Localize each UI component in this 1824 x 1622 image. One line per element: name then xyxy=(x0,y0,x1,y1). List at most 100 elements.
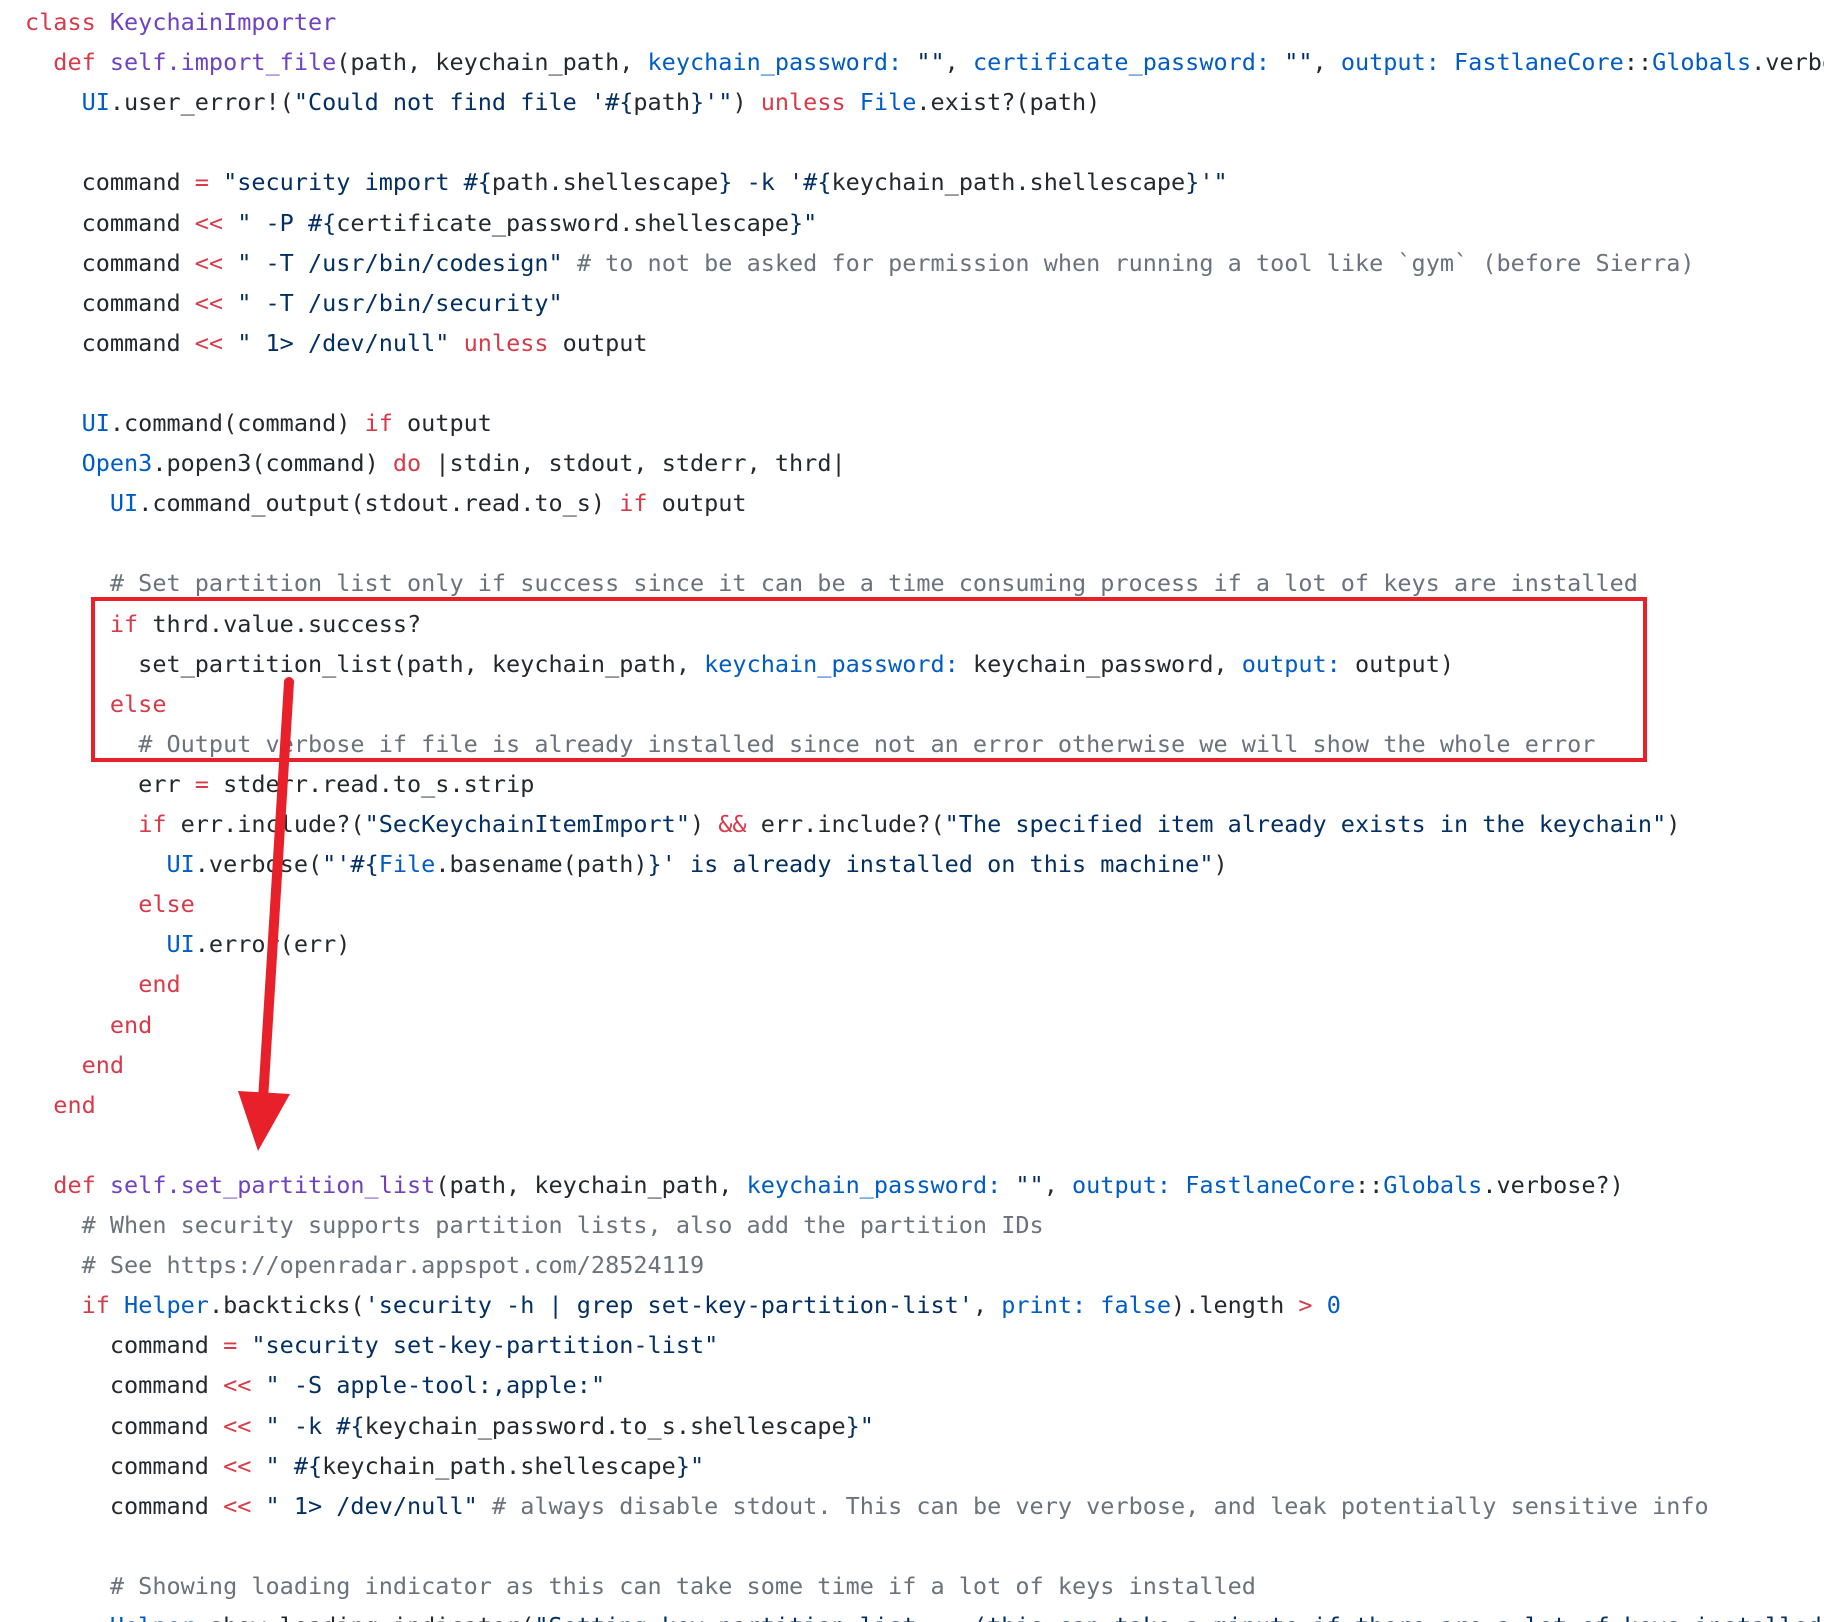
code-token: end xyxy=(138,970,181,999)
code-token: .verbose?) xyxy=(1751,48,1824,77)
code-token: }' is already installed on this machine" xyxy=(647,850,1214,879)
code-token: ) xyxy=(1213,850,1228,879)
code-token: # When security supports partition lists… xyxy=(81,1211,1044,1239)
code-line: command << " 1> /dev/null" # always disa… xyxy=(25,1486,1709,1526)
code-token: " 1> /dev/null" xyxy=(265,1491,478,1520)
code-token: > xyxy=(1298,1291,1313,1320)
code-token: unless xyxy=(760,88,846,117)
code-line: UI.user_error!("Could not find file '#{p… xyxy=(25,82,1101,122)
code-line: else xyxy=(25,684,167,724)
code-token: "security import #{ xyxy=(223,168,492,197)
code-token: |stdin, stdout, stderr, thrd| xyxy=(421,449,846,478)
code-line: end xyxy=(25,1045,124,1085)
code-token: if xyxy=(81,1291,110,1320)
code-token: "'#{ xyxy=(322,850,379,879)
code-line: end xyxy=(25,1085,95,1125)
code-token: else xyxy=(109,689,167,718)
code-token: set_partition_list(path, keychain_path, xyxy=(25,649,705,678)
code-token: false xyxy=(1100,1291,1172,1320)
code-token: UI xyxy=(81,88,110,117)
code-token: "Could not find file '#{ xyxy=(293,88,634,117)
code-token: output) xyxy=(1340,649,1454,678)
code-token: Helper xyxy=(124,1291,209,1320)
code-token: " -S apple-tool:,apple:" xyxy=(265,1371,606,1400)
code-token: err.include?( xyxy=(746,810,945,838)
code-line: # Set partition list only if success sin… xyxy=(25,563,1638,603)
code-token: end xyxy=(109,1010,153,1039)
code-line: def self.import_file(path, keychain_path… xyxy=(25,42,1824,82)
code-token: .verbose?) xyxy=(1482,1170,1624,1199)
code-token: if xyxy=(619,489,648,518)
code-token: .user_error!( xyxy=(109,88,294,117)
code-token: .exist?(path) xyxy=(916,88,1101,117)
code-line: else xyxy=(25,884,195,924)
code-token: " -P #{ xyxy=(237,208,337,237)
code-token: << xyxy=(194,328,224,357)
code-token: path xyxy=(633,88,690,117)
code-token: command xyxy=(25,328,195,357)
code-token: else xyxy=(138,890,195,919)
code-token: command xyxy=(25,208,195,237)
code-token: "security set-key-partition-list" xyxy=(251,1331,719,1360)
code-token: } -k '#{ xyxy=(718,168,832,197)
code-token: do xyxy=(392,449,422,478)
code-token: def xyxy=(53,1170,110,1199)
code-token: if xyxy=(138,810,167,838)
code-token: self.import_file xyxy=(109,48,337,77)
code-token: UI xyxy=(166,930,195,959)
code-line: class KeychainImporter xyxy=(25,2,336,42)
code-token: command xyxy=(25,1491,224,1520)
code-line: command << " -P #{certificate_password.s… xyxy=(25,203,818,243)
code-token: # to not be asked for permission when ru… xyxy=(576,248,1695,277)
code-token: UI xyxy=(109,489,139,518)
code-token: Helper xyxy=(110,1612,195,1622)
code-token: command xyxy=(25,1451,224,1480)
code-token: # See https://openradar.appspot.com/2852… xyxy=(81,1251,705,1280)
code-line: Open3.popen3(command) do |stdin, stdout,… xyxy=(25,443,846,483)
code-token: .verbose( xyxy=(194,850,323,879)
code-token: }" xyxy=(845,1411,874,1440)
code-token: "SecKeychainItemImport" xyxy=(364,810,690,838)
code-line: if err.include?("SecKeychainItemImport")… xyxy=(25,804,1680,844)
code-token: err xyxy=(25,769,195,798)
code-line: end xyxy=(25,1005,152,1045)
code-token: command xyxy=(25,288,195,317)
code-token: << xyxy=(194,288,224,317)
code-line: # When security supports partition lists… xyxy=(25,1205,1044,1245)
code-token: end xyxy=(81,1050,125,1079)
code-token: (path, keychain_path, xyxy=(435,1170,747,1199)
code-token: << xyxy=(223,1451,252,1480)
code-token: 0 xyxy=(1326,1291,1341,1320)
code-token: << xyxy=(194,248,224,277)
code-line: err = stderr.read.to_s.strip xyxy=(25,764,534,804)
code-token: print: xyxy=(1001,1291,1087,1320)
code-token: .error(err) xyxy=(194,930,351,959)
code-token: " -T /usr/bin/security" xyxy=(237,288,563,317)
code-token: " -T /usr/bin/codesign" xyxy=(237,248,563,277)
code-token: output xyxy=(647,489,747,518)
code-token: .popen3(command) xyxy=(152,449,393,478)
code-line: # Showing loading indicator as this can … xyxy=(25,1566,1256,1606)
code-token: def xyxy=(53,48,110,77)
code-token: << xyxy=(223,1491,252,1520)
code-token: output xyxy=(392,409,492,437)
code-view: class KeychainImporter def self.import_f… xyxy=(0,0,1824,1622)
arrow-head-icon xyxy=(238,1091,290,1151)
code-token: # Set partition list only if success sin… xyxy=(109,569,1638,598)
